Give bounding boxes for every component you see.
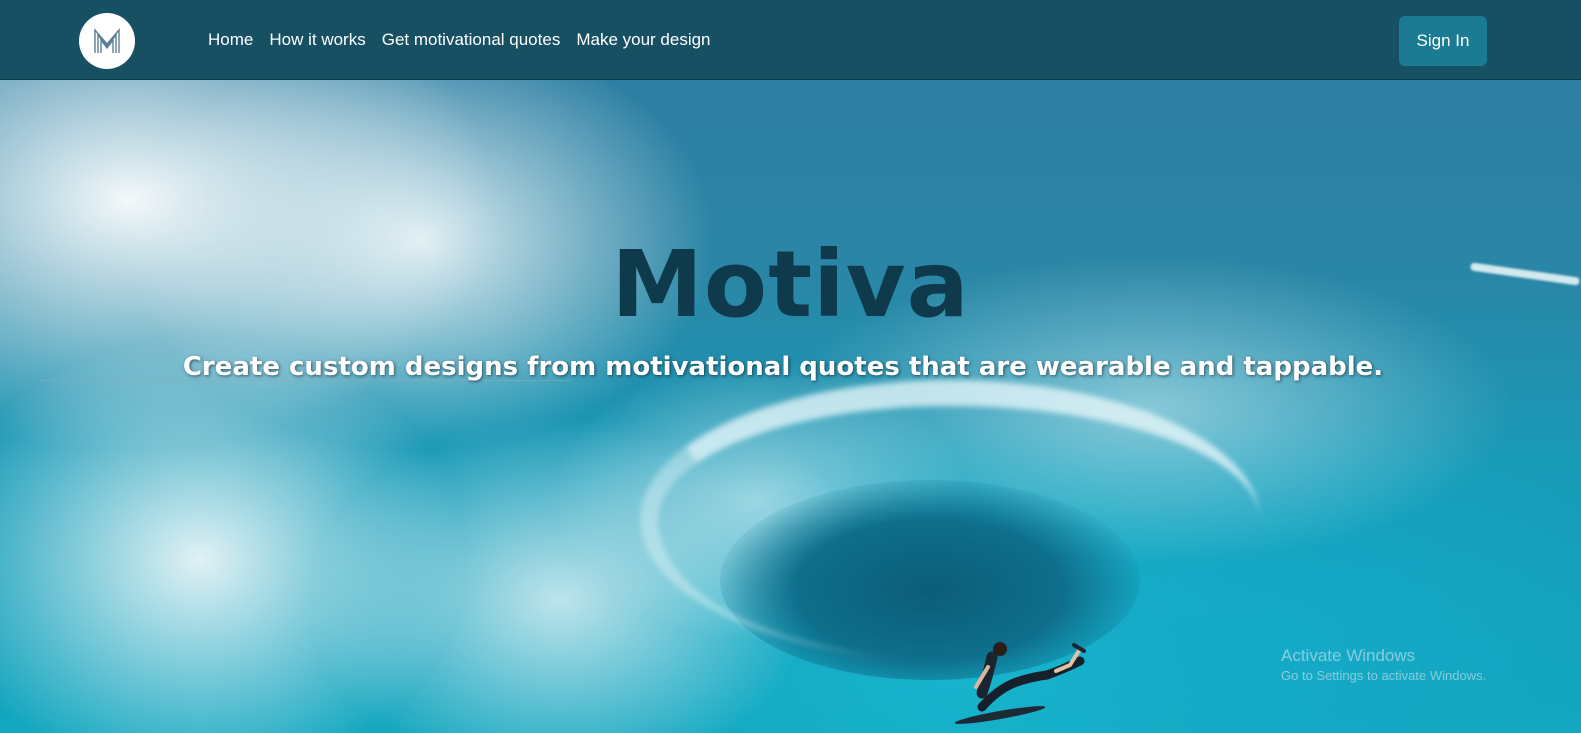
surfer-image: [954, 642, 1086, 724]
watermark-title: Activate Windows: [1281, 646, 1416, 665]
windows-activation-watermark: Activate Windows Go to Settings to activ…: [1281, 645, 1486, 685]
main-nav: Home How it works Get motivational quote…: [208, 0, 727, 80]
nav-link-home[interactable]: Home: [208, 30, 253, 50]
logo-m-glyph: [94, 28, 120, 53]
hero-subtitle: Create custom designs from motivational …: [182, 352, 1384, 382]
nav-link-make-design[interactable]: Make your design: [576, 30, 710, 50]
hero-section: Motiva Create custom designs from motiva…: [0, 80, 1581, 733]
top-navbar: Home How it works Get motivational quote…: [0, 0, 1581, 80]
sign-in-button[interactable]: Sign In: [1399, 16, 1487, 66]
wave-crest-graphic: [640, 380, 1260, 660]
nav-link-how-it-works[interactable]: How it works: [269, 30, 365, 50]
logo-m-icon[interactable]: [79, 13, 135, 69]
watermark-subtitle: Go to Settings to activate Windows.: [1281, 668, 1487, 683]
hero-title: Motiva: [611, 231, 970, 338]
nav-link-get-quotes[interactable]: Get motivational quotes: [382, 30, 561, 50]
